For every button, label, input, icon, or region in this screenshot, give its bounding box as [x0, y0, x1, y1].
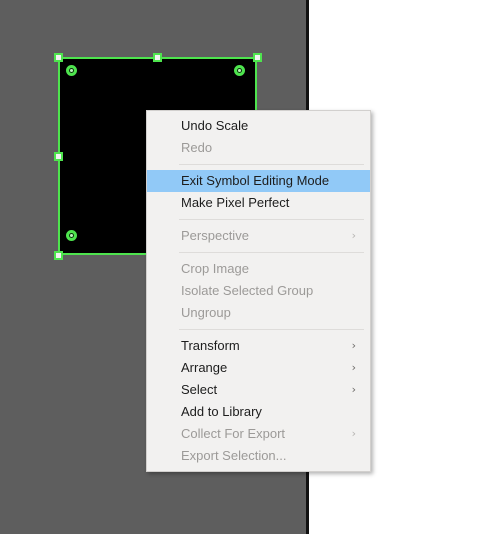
menu-separator	[179, 219, 364, 220]
menu-item-collect-for-export: Collect For Export ›	[147, 423, 370, 445]
menu-item-perspective: Perspective ›	[147, 225, 370, 247]
menu-item-exit-symbol-editing-mode[interactable]: Exit Symbol Editing Mode	[147, 170, 370, 192]
corner-radius-handle-top-left[interactable]	[66, 65, 77, 76]
handle-middle-left[interactable]	[54, 152, 63, 161]
menu-item-label: Select	[181, 382, 218, 397]
corner-radius-handle-bottom-left[interactable]	[66, 230, 77, 241]
handle-top-right[interactable]	[253, 53, 262, 62]
menu-item-crop-image: Crop Image	[147, 258, 370, 280]
handle-bottom-left[interactable]	[54, 251, 63, 260]
handle-top-center[interactable]	[153, 53, 162, 62]
menu-item-arrange[interactable]: Arrange ›	[147, 357, 370, 379]
menu-item-label: Arrange	[181, 360, 228, 375]
menu-item-label: Ungroup	[181, 305, 231, 320]
menu-item-label: Transform	[181, 338, 240, 353]
chevron-right-icon: ›	[351, 229, 356, 242]
menu-item-label: Isolate Selected Group	[181, 283, 314, 298]
chevron-right-icon: ›	[351, 383, 356, 396]
menu-item-label: Export Selection...	[181, 448, 287, 463]
menu-item-select[interactable]: Select ›	[147, 379, 370, 401]
menu-item-label: Redo	[181, 140, 213, 155]
menu-item-make-pixel-perfect[interactable]: Make Pixel Perfect	[147, 192, 370, 214]
context-menu[interactable]: Undo Scale Redo Exit Symbol Editing Mode Ma…	[146, 110, 371, 472]
menu-item-isolate-selected-group: Isolate Selected Group	[147, 280, 370, 302]
menu-separator	[179, 329, 364, 330]
menu-item-label: Undo Scale	[181, 118, 249, 133]
menu-item-transform[interactable]: Transform ›	[147, 335, 370, 357]
menu-item-redo: Redo	[147, 137, 370, 159]
menu-separator	[179, 252, 364, 253]
chevron-right-icon: ›	[351, 427, 356, 440]
menu-separator	[179, 164, 364, 165]
menu-item-label: Make Pixel Perfect	[181, 195, 290, 210]
menu-item-undo-scale[interactable]: Undo Scale	[147, 115, 370, 137]
menu-item-export-selection: Export Selection...	[147, 445, 370, 467]
menu-item-label: Perspective	[181, 228, 249, 243]
menu-item-label: Crop Image	[181, 261, 249, 276]
chevron-right-icon: ›	[351, 339, 356, 352]
menu-item-add-to-library[interactable]: Add to Library	[147, 401, 370, 423]
chevron-right-icon: ›	[351, 361, 356, 374]
menu-item-label: Collect For Export	[181, 426, 286, 441]
app-root: Undo Scale Redo Exit Symbol Editing Mode Ma…	[0, 0, 504, 534]
menu-item-label: Exit Symbol Editing Mode	[181, 173, 330, 188]
menu-item-label: Add to Library	[181, 404, 262, 419]
handle-top-left[interactable]	[54, 53, 63, 62]
corner-radius-handle-top-right[interactable]	[234, 65, 245, 76]
menu-item-ungroup: Ungroup	[147, 302, 370, 324]
